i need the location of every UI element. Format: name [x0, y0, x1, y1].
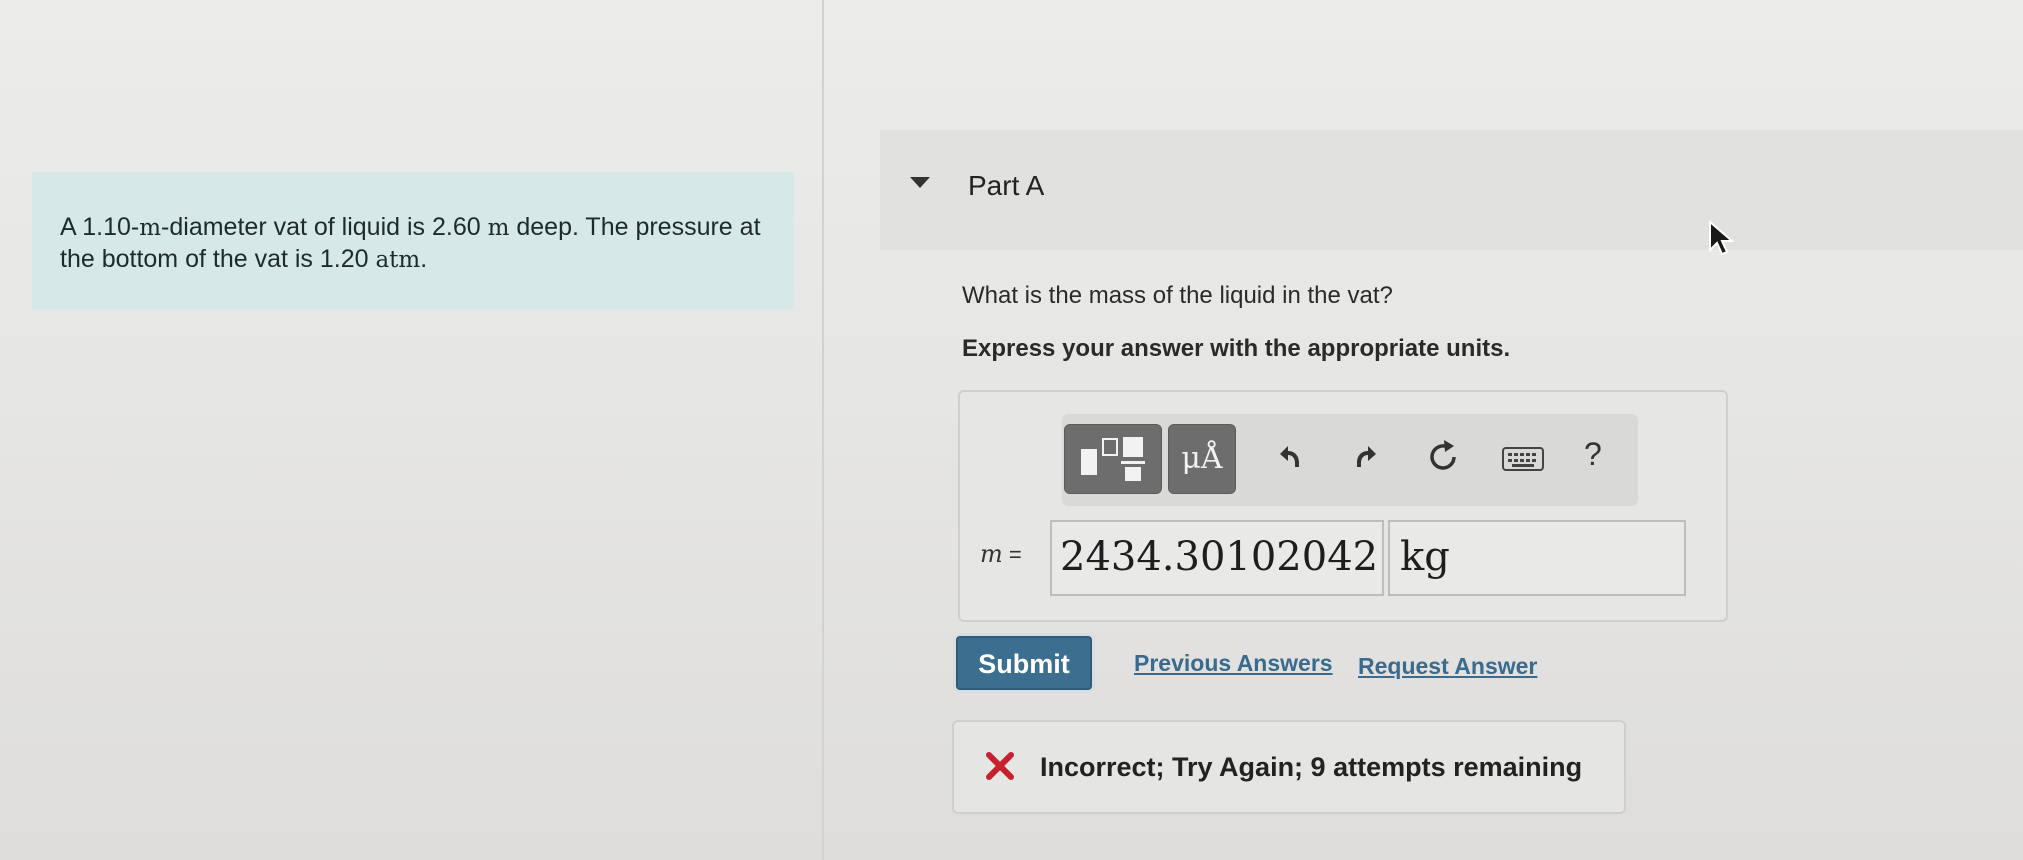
problem-unit-m-depth: m: [487, 215, 510, 241]
units-button[interactable]: μÅ: [1168, 424, 1236, 494]
answer-panel: μÅ ? m = 2434.30102042 kg: [958, 390, 1728, 622]
help-icon[interactable]: ?: [1584, 436, 1602, 473]
variable-symbol: m: [980, 540, 1003, 568]
problem-statement: A 1.10-m-diameter vat of liquid is 2.60 …: [60, 212, 766, 276]
math-toolbar: μÅ ?: [1062, 414, 1638, 506]
answer-variable-label: m =: [980, 540, 1022, 568]
request-answer-link[interactable]: Request Answer: [1358, 653, 1537, 680]
feedback-message: Incorrect; Try Again; 9 attempts remaini…: [1040, 752, 1583, 782]
templates-icon: [1081, 437, 1145, 481]
question-prompt: What is the mass of the liquid in the va…: [962, 282, 1393, 309]
part-title: Part A: [968, 170, 1045, 201]
equals-sign: =: [1002, 542, 1022, 567]
answer-unit-input[interactable]: kg: [1388, 520, 1686, 596]
mouse-cursor-icon: [1708, 219, 1735, 261]
undo-icon[interactable]: [1274, 442, 1304, 477]
templates-button[interactable]: [1064, 424, 1162, 494]
panel-divider: [822, 0, 824, 860]
problem-statement-box: A 1.10-m-diameter vat of liquid is 2.60 …: [32, 172, 794, 310]
units-icon: μÅ: [1181, 441, 1223, 476]
caret-down-icon[interactable]: [910, 177, 930, 188]
page: A 1.10-m-diameter vat of liquid is 2.60 …: [0, 0, 2023, 860]
problem-unit-m: m: [139, 215, 162, 241]
feedback-box: Incorrect; Try Again; 9 attempts remaini…: [952, 720, 1626, 814]
previous-answers-link[interactable]: Previous Answers: [1134, 650, 1333, 677]
keyboard-icon[interactable]: [1502, 446, 1544, 477]
problem-text-2: -diameter vat of liquid is 2.60: [161, 213, 488, 241]
part-a-header[interactable]: Part A: [880, 130, 2023, 250]
incorrect-x-icon: [984, 750, 1016, 787]
reset-icon[interactable]: [1424, 438, 1462, 481]
submit-button[interactable]: Submit: [956, 636, 1092, 690]
redo-icon[interactable]: [1352, 442, 1382, 477]
problem-text-1: A 1.10-: [60, 213, 140, 241]
problem-unit-atm: atm: [375, 247, 421, 273]
problem-text-4: .: [420, 245, 428, 273]
answer-value-input[interactable]: 2434.30102042: [1050, 520, 1384, 596]
answer-instruction: Express your answer with the appropriate…: [962, 335, 1511, 362]
